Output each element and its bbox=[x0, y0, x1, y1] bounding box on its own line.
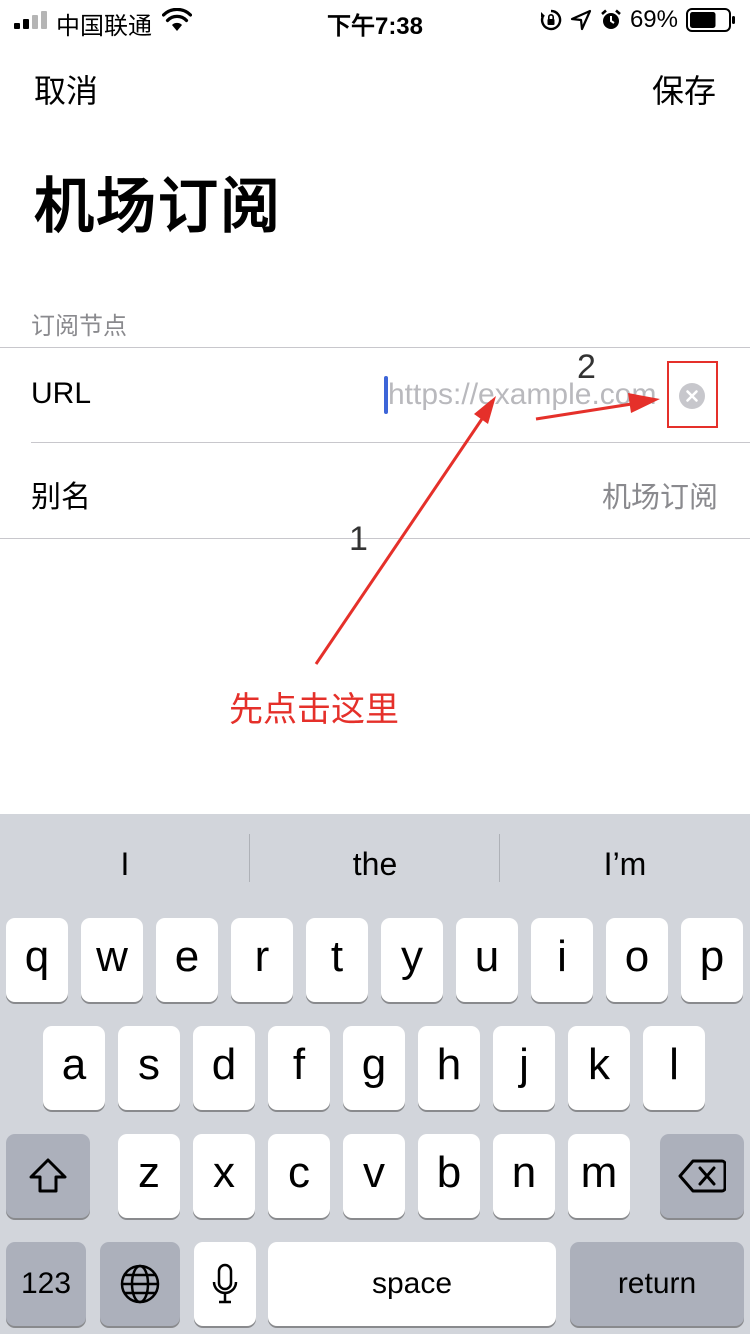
key-f[interactable]: f bbox=[268, 1026, 330, 1110]
key-label: f bbox=[292, 1040, 306, 1089]
divider bbox=[0, 347, 750, 348]
suggestion-3[interactable]: I’m bbox=[500, 846, 750, 883]
key-i[interactable]: i bbox=[531, 918, 593, 1002]
key-j[interactable]: j bbox=[493, 1026, 555, 1110]
key-label: t bbox=[330, 932, 344, 981]
annotation-step-2: 2 bbox=[577, 348, 596, 386]
key-label: e bbox=[174, 932, 200, 981]
key-e[interactable]: e bbox=[156, 918, 218, 1002]
shift-arrow-icon bbox=[29, 1158, 67, 1193]
globe-key[interactable] bbox=[100, 1242, 180, 1326]
alias-field[interactable]: 机场订阅 bbox=[602, 474, 718, 516]
orientation-lock-icon bbox=[540, 9, 562, 31]
key-d[interactable]: d bbox=[193, 1026, 255, 1110]
key-r[interactable]: r bbox=[231, 918, 293, 1002]
shift-key[interactable] bbox=[6, 1134, 90, 1218]
url-label: URL bbox=[31, 377, 92, 410]
key-label: j bbox=[519, 1040, 529, 1089]
key-u[interactable]: u bbox=[456, 918, 518, 1002]
alarm-clock-icon bbox=[601, 9, 621, 29]
globe-icon bbox=[120, 1264, 160, 1304]
key-label: d bbox=[211, 1040, 237, 1089]
key-n[interactable]: n bbox=[493, 1134, 555, 1218]
key-w[interactable]: w bbox=[81, 918, 143, 1002]
key-label: b bbox=[436, 1148, 462, 1197]
key-label: c bbox=[288, 1148, 310, 1197]
key-s[interactable]: s bbox=[118, 1026, 180, 1110]
url-input[interactable] bbox=[388, 372, 670, 418]
key-b[interactable]: b bbox=[418, 1134, 480, 1218]
key-label: p bbox=[699, 932, 725, 981]
key-z[interactable]: z bbox=[118, 1134, 180, 1218]
key-label: g bbox=[361, 1040, 387, 1089]
key-a[interactable]: a bbox=[43, 1026, 105, 1110]
save-button[interactable]: 保存 bbox=[652, 66, 716, 112]
key-label: z bbox=[138, 1148, 160, 1197]
key-label: x bbox=[213, 1148, 235, 1197]
backspace-icon bbox=[678, 1159, 726, 1193]
key-l[interactable]: l bbox=[643, 1026, 705, 1110]
mic-key[interactable] bbox=[194, 1242, 256, 1326]
key-t[interactable]: t bbox=[306, 918, 368, 1002]
key-label: h bbox=[436, 1040, 462, 1089]
annotation-arrow-1 bbox=[314, 396, 496, 665]
section-header: 订阅节点 bbox=[31, 313, 127, 340]
key-x[interactable]: x bbox=[193, 1134, 255, 1218]
annotation-highlight-box bbox=[667, 361, 718, 428]
location-arrow-icon bbox=[570, 9, 592, 31]
divider bbox=[31, 442, 750, 443]
key-label: u bbox=[474, 932, 500, 981]
annotation-step-1: 1 bbox=[349, 520, 368, 558]
key-label: l bbox=[669, 1040, 679, 1089]
key-q[interactable]: q bbox=[6, 918, 68, 1002]
suggestion-1[interactable]: I bbox=[0, 846, 250, 883]
key-m[interactable]: m bbox=[568, 1134, 630, 1218]
cancel-button[interactable]: 取消 bbox=[34, 66, 98, 112]
key-label: m bbox=[580, 1148, 618, 1197]
keyboard: I the I’m qwe r t y u i op a s d f gh j k l z x c v bnm 123… bbox=[0, 814, 750, 1334]
status-right-group: 69% bbox=[540, 6, 736, 34]
battery-percent: 69% bbox=[629, 6, 678, 33]
key-label: v bbox=[363, 1148, 385, 1197]
key-label: a bbox=[61, 1040, 87, 1089]
return-key[interactable]: return bbox=[570, 1242, 744, 1326]
key-label: y bbox=[401, 932, 423, 981]
key-p[interactable]: p bbox=[681, 918, 743, 1002]
key-h[interactable]: h bbox=[418, 1026, 480, 1110]
key-y[interactable]: y bbox=[381, 918, 443, 1002]
key-label: q bbox=[24, 932, 50, 981]
numbers-key[interactable]: 123 bbox=[6, 1242, 86, 1326]
space-key[interactable]: space bbox=[268, 1242, 556, 1326]
key-g[interactable]: g bbox=[343, 1026, 405, 1110]
key-label: w bbox=[96, 932, 128, 981]
key-label: i bbox=[557, 932, 567, 981]
alias-label: 别名 bbox=[31, 481, 91, 514]
key-label: n bbox=[511, 1148, 537, 1197]
key-label: k bbox=[588, 1040, 610, 1089]
divider bbox=[0, 538, 750, 539]
key-label: o bbox=[624, 932, 650, 981]
annotation-instruction: 先点击这里 bbox=[229, 691, 399, 729]
key-k[interactable]: k bbox=[568, 1026, 630, 1110]
key-label: r bbox=[254, 932, 270, 981]
suggestion-2[interactable]: the bbox=[250, 846, 500, 883]
delete-key[interactable] bbox=[660, 1134, 744, 1218]
key-v[interactable]: v bbox=[343, 1134, 405, 1218]
battery-icon bbox=[686, 8, 735, 32]
key-label: s bbox=[138, 1040, 160, 1089]
microphone-icon bbox=[212, 1263, 238, 1304]
page-title: 机场订阅 bbox=[34, 173, 282, 240]
status-bar: 中国联通 下午7:38 69% bbox=[0, 0, 750, 40]
key-o[interactable]: o bbox=[606, 918, 668, 1002]
key-c[interactable]: c bbox=[268, 1134, 330, 1218]
